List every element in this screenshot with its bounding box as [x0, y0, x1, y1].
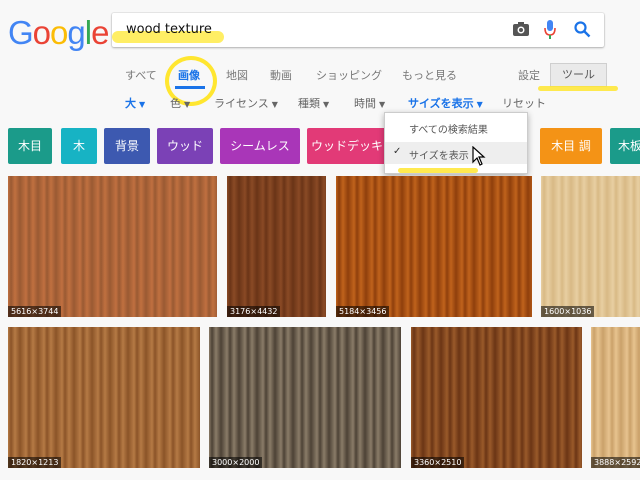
- image-result[interactable]: 3360×2510: [411, 327, 582, 468]
- filter-license-label: ライセンス: [214, 97, 269, 110]
- image-result[interactable]: 1600×1036: [541, 176, 640, 317]
- search-box[interactable]: [112, 13, 604, 47]
- chip-background[interactable]: 背景: [104, 128, 150, 164]
- chevron-down-icon: ▼: [271, 100, 278, 109]
- chip-wood-grain[interactable]: 木目: [8, 128, 52, 164]
- dropdown-option-show-size[interactable]: サイズを表示: [409, 147, 469, 162]
- image-dimensions: 1820×1213: [8, 457, 62, 468]
- filter-color-label: 色: [170, 97, 181, 110]
- chip-wood-grain-style[interactable]: 木目 調: [540, 128, 602, 164]
- image-dimensions: 3000×2000: [209, 457, 263, 468]
- image-result[interactable]: 3888×2592: [591, 327, 640, 468]
- logo-letter: o: [32, 14, 51, 51]
- image-dimensions: 3176×4432: [227, 306, 281, 317]
- chip-wood[interactable]: 木: [61, 128, 97, 164]
- tab-shopping[interactable]: ショッピング: [316, 67, 382, 83]
- filter-color[interactable]: 色 ▼: [170, 95, 190, 111]
- search-icon[interactable]: [574, 21, 591, 42]
- image-result[interactable]: 3176×4432: [227, 176, 326, 317]
- filter-show-size[interactable]: サイズを表示 ▼: [408, 95, 483, 111]
- tab-maps[interactable]: 地図: [226, 67, 248, 83]
- filter-time[interactable]: 時間 ▼: [354, 95, 385, 111]
- tab-all[interactable]: すべて: [125, 67, 157, 83]
- logo-letter: G: [8, 14, 34, 51]
- chip-wood-katakana[interactable]: ウッド: [157, 128, 213, 164]
- microphone-icon[interactable]: [544, 20, 556, 44]
- filter-time-label: 時間: [354, 97, 376, 110]
- google-logo[interactable]: Google: [8, 14, 109, 52]
- image-dimensions: 5616×3744: [8, 306, 62, 317]
- image-result[interactable]: 5184×3456: [336, 176, 532, 317]
- settings-link[interactable]: 設定: [518, 67, 540, 83]
- tab-more[interactable]: もっと見る: [402, 67, 457, 83]
- chevron-down-icon: ▼: [139, 100, 146, 109]
- image-result[interactable]: 3000×2000: [209, 327, 401, 468]
- chevron-down-icon: ▼: [379, 100, 386, 109]
- image-dimensions: 3360×2510: [411, 457, 465, 468]
- mouse-cursor-icon: [472, 145, 486, 170]
- check-icon: ✓: [393, 146, 402, 157]
- image-dimensions: 3888×2592: [591, 457, 640, 468]
- logo-letter: e: [91, 14, 109, 51]
- size-display-dropdown: すべての検索結果 ✓ サイズを表示: [384, 112, 528, 174]
- chip-seamless[interactable]: シームレス: [220, 128, 300, 164]
- tools-button[interactable]: ツール: [550, 63, 607, 87]
- chevron-down-icon: ▼: [323, 100, 330, 109]
- dropdown-option-all-results[interactable]: すべての検索結果: [409, 121, 488, 136]
- chevron-down-icon: ▼: [476, 100, 483, 109]
- dropdown-highlight-mark: [398, 168, 478, 173]
- image-dimensions: 5184×3456: [336, 306, 390, 317]
- chevron-down-icon: ▼: [184, 100, 191, 109]
- filter-size-label: 大: [125, 97, 136, 110]
- dropdown-option-show-size-row[interactable]: ✓ サイズを表示: [385, 142, 527, 164]
- logo-letter: g: [67, 14, 85, 51]
- image-result[interactable]: 1820×1213: [8, 327, 200, 468]
- logo-letter: o: [50, 14, 68, 51]
- chip-wood-deck[interactable]: ウッドデッキ: [307, 128, 387, 164]
- image-dimensions: 1600×1036: [541, 306, 595, 317]
- tab-videos[interactable]: 動画: [270, 67, 292, 83]
- filter-show-size-label: サイズを表示: [408, 97, 474, 110]
- chip-wood-board[interactable]: 木板: [610, 128, 640, 164]
- image-result[interactable]: 5616×3744: [8, 176, 217, 317]
- camera-icon[interactable]: [512, 21, 530, 41]
- filter-license[interactable]: ライセンス ▼: [214, 95, 278, 111]
- filter-reset[interactable]: リセット: [502, 95, 546, 111]
- search-input[interactable]: [126, 22, 486, 37]
- tools-highlight-mark: [538, 86, 618, 91]
- filter-size[interactable]: 大 ▼: [125, 95, 145, 111]
- filter-type-label: 種類: [298, 97, 320, 110]
- filter-type[interactable]: 種類 ▼: [298, 95, 329, 111]
